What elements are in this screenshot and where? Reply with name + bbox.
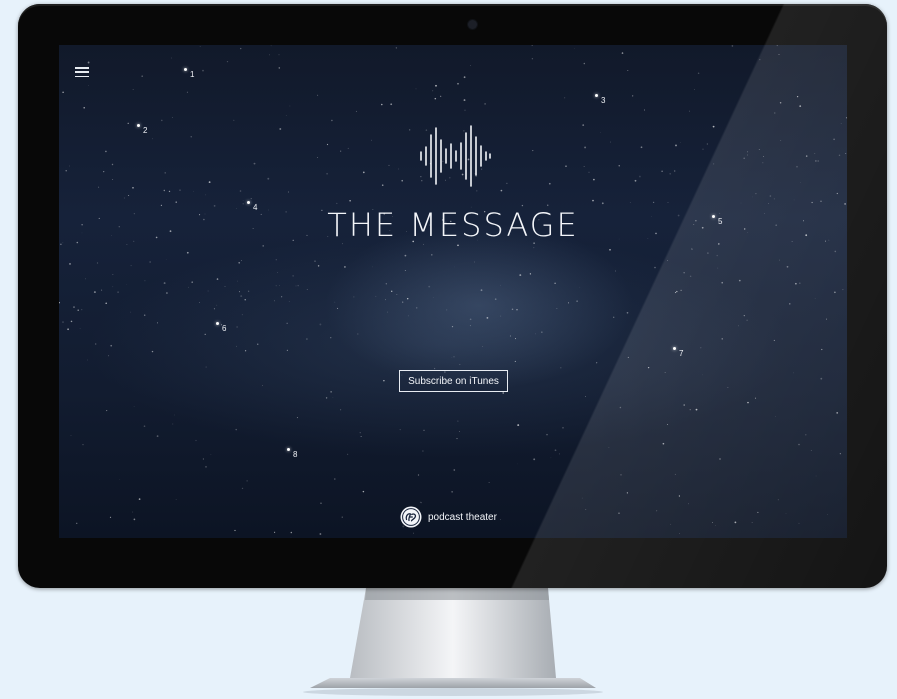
- subscribe-itunes-button[interactable]: Subscribe on iTunes: [399, 370, 508, 392]
- star-dot: [137, 124, 140, 127]
- star-marker-4[interactable]: 4: [247, 201, 277, 221]
- ge-logo-icon: [400, 506, 422, 528]
- star-dot: [595, 94, 598, 97]
- star-dot: [184, 68, 187, 71]
- star-marker-label: 1: [190, 70, 195, 79]
- brand-text: podcast theater: [428, 511, 497, 523]
- star-dot: [216, 322, 219, 325]
- star-marker-label: 8: [293, 450, 298, 459]
- star-dot: [247, 201, 250, 204]
- ge-podcast-theater-brand[interactable]: podcast theater: [400, 506, 497, 528]
- star-marker-8[interactable]: 8: [287, 448, 317, 468]
- star-marker-label: 5: [718, 217, 723, 226]
- sound-waveform-icon: [420, 125, 491, 187]
- star-marker-1[interactable]: 1: [184, 68, 214, 88]
- star-dot: [712, 215, 715, 218]
- hamburger-menu-icon[interactable]: [75, 67, 89, 78]
- webcam: [468, 20, 477, 29]
- star-marker-3[interactable]: 3: [595, 94, 625, 114]
- star-marker-6[interactable]: 6: [216, 322, 246, 342]
- star-marker-label: 7: [679, 349, 684, 358]
- screen: 1 2 3 4 5 6 7 8 THE MESSAGE Subscribe on…: [59, 45, 847, 538]
- star-marker-5[interactable]: 5: [712, 215, 742, 235]
- star-marker-2[interactable]: 2: [137, 124, 167, 144]
- star-dot: [673, 347, 676, 350]
- page-title: THE MESSAGE: [327, 206, 579, 244]
- star-marker-label: 3: [601, 96, 606, 105]
- star-dot: [287, 448, 290, 451]
- star-marker-label: 6: [222, 324, 227, 333]
- starfield-background: [59, 45, 847, 538]
- star-marker-7[interactable]: 7: [673, 347, 703, 367]
- star-marker-label: 4: [253, 203, 258, 212]
- star-marker-label: 2: [143, 126, 148, 135]
